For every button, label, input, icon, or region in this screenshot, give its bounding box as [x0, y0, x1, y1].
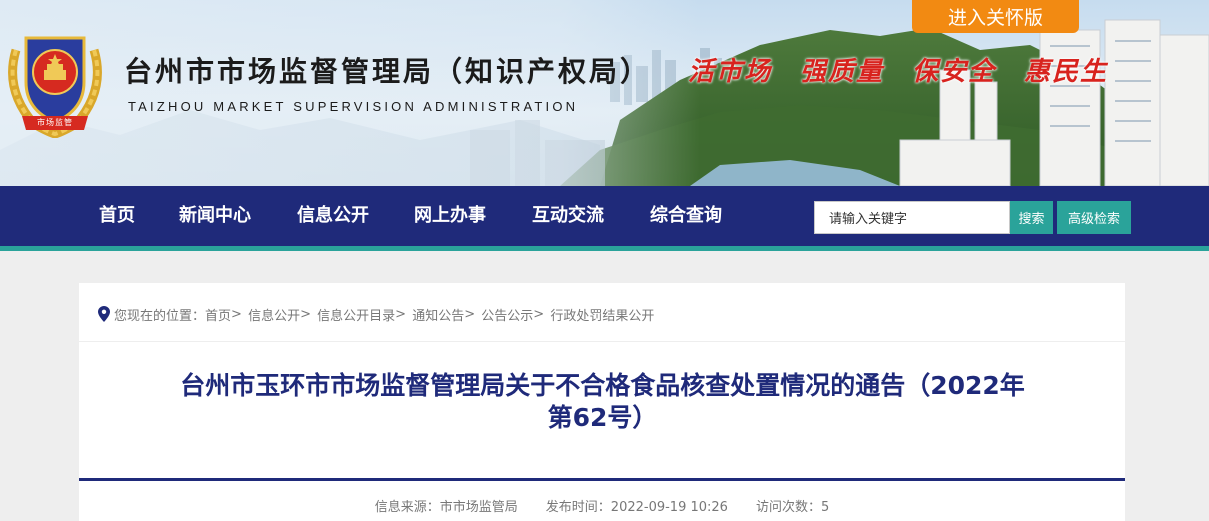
nav-item-query[interactable]: 综合查询: [650, 186, 722, 246]
nav-item-online-services[interactable]: 网上办事: [414, 186, 486, 246]
article-source: 信息来源：市市场监管局: [375, 496, 518, 515]
source-value: 市市场监管局: [439, 500, 518, 515]
breadcrumb-separator: >: [395, 306, 407, 322]
site-slogan: 活市场 强质量 保安全 惠民生: [688, 57, 1109, 87]
nav-item-info-disclosure[interactable]: 信息公开: [297, 186, 369, 246]
breadcrumb-link-announcements[interactable]: 公告公示: [481, 305, 533, 324]
breadcrumb-link-notices[interactable]: 通知公告: [412, 305, 464, 324]
views-value: 5: [820, 500, 830, 515]
care-mode-button[interactable]: 进入关怀版: [912, 0, 1079, 33]
breadcrumb-link-disclosure-catalog[interactable]: 信息公开目录: [317, 305, 395, 324]
site-title-english: TAIZHOU MARKET SUPERVISION ADMINISTRATIO…: [128, 99, 579, 114]
date-label: 发布时间：: [545, 500, 611, 515]
site-title: 台州市市场监督管理局（知识产权局）: [124, 55, 652, 88]
breadcrumb-link-info-disclosure[interactable]: 信息公开: [248, 305, 300, 324]
breadcrumb-prefix: 您现在的位置：: [114, 308, 206, 324]
breadcrumb-separator: >: [464, 306, 476, 322]
breadcrumb-link-home[interactable]: 首页: [205, 305, 231, 324]
views-label: 访问次数：: [755, 500, 821, 515]
nav-item-news-center[interactable]: 新闻中心: [179, 186, 251, 246]
search-input[interactable]: [814, 201, 1010, 234]
article-title-line-1: 台州市玉环市市场监督管理局关于不合格食品核查处置情况的通告（2022年: [180, 371, 1025, 400]
emblem-ribbon-text: 市场监管: [37, 118, 73, 127]
article-publish-time: 发布时间：2022-09-19 10:26: [546, 496, 728, 515]
nav-accent-line: [0, 246, 1209, 251]
advanced-search-button[interactable]: 高级检索: [1057, 201, 1131, 234]
nav-item-interaction[interactable]: 互动交流: [532, 186, 604, 246]
breadcrumb-link-penalty-results[interactable]: 行政处罚结果公开: [550, 305, 654, 324]
article-view-count: 访问次数：5: [756, 496, 829, 515]
article-title: 台州市玉环市市场监督管理局关于不合格食品核查处置情况的通告（2022年 第62号…: [100, 370, 1105, 434]
search-button[interactable]: 搜索: [1010, 201, 1053, 234]
breadcrumb: 您现在的位置： 首页 > 信息公开 > 信息公开目录 > 通知公告 > 公告公示…: [98, 305, 654, 324]
location-pin-icon: [98, 306, 110, 322]
title-divider: [79, 478, 1125, 481]
breadcrumb-separator: >: [533, 306, 545, 322]
breadcrumb-separator: >: [231, 306, 242, 322]
nav-item-home[interactable]: 首页: [99, 186, 135, 246]
source-label: 信息来源：: [374, 500, 440, 515]
article-title-line-2: 第62号）: [547, 403, 658, 432]
article-meta: 信息来源：市市场监管局 发布时间：2022-09-19 10:26 访问次数：5: [79, 496, 1125, 515]
date-value: 2022-09-19 10:26: [610, 500, 728, 515]
breadcrumb-separator: >: [300, 306, 311, 322]
